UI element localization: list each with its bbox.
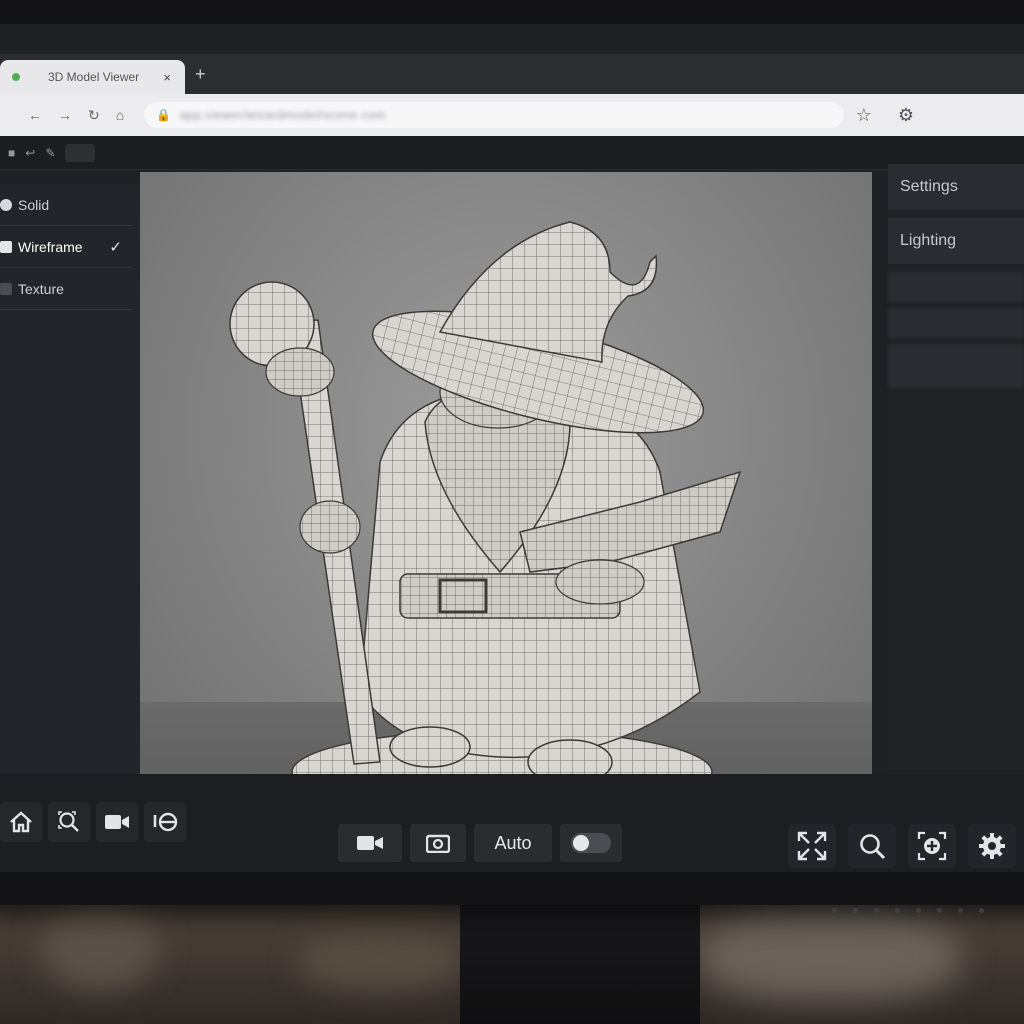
viewer-settings-button[interactable]	[968, 824, 1016, 868]
wizard-model[interactable]	[140, 172, 872, 820]
model-left-foot	[389, 726, 471, 768]
back-arrow-icon[interactable]: ←	[28, 107, 42, 124]
render-mode-panel: Solid Wireframe ✓ Texture	[0, 184, 140, 774]
home-view-button[interactable]	[0, 802, 42, 842]
fullscreen-expand-icon	[797, 831, 827, 861]
auto-rotate-label[interactable]: Auto	[474, 824, 552, 862]
monitor-screen: 3D Model Viewer × + ← → ↻ ⌂ 🔒 app.viewer…	[0, 24, 1024, 872]
settings-row-blurred[interactable]	[888, 308, 1024, 338]
orbit-icon	[153, 812, 178, 832]
auto-rotate-toggle[interactable]	[560, 824, 622, 862]
wireframe-checkbox-icon	[0, 240, 12, 253]
video-mode-button[interactable]	[338, 824, 402, 862]
mode-texture-label: Texture	[18, 280, 64, 297]
lock-icon: 🔒	[156, 108, 172, 122]
zoom-fit-button[interactable]	[48, 802, 90, 842]
browser-tab-bar: 3D Model Viewer × +	[0, 54, 1024, 94]
texture-checkbox-icon	[0, 282, 12, 295]
tab-favicon-icon	[12, 73, 20, 81]
video-camera-icon	[357, 836, 383, 850]
home-icon	[10, 811, 32, 833]
model-viewport[interactable]	[140, 172, 872, 820]
screenshot-button[interactable]	[410, 824, 466, 862]
toggle-knob	[573, 835, 589, 851]
orbit-button[interactable]	[144, 802, 186, 842]
browser-settings-gear-icon[interactable]: ⚙	[898, 105, 914, 126]
focus-target-icon	[917, 831, 947, 861]
solid-radio-icon	[0, 198, 12, 211]
settings-row-blurred[interactable]	[888, 344, 1024, 388]
record-video-button[interactable]	[96, 802, 138, 842]
tab-title: 3D Model Viewer	[48, 70, 140, 84]
focus-zoom-button[interactable]	[908, 824, 956, 868]
url-field[interactable]: 🔒 app.viewer/wizardmodel/scene.com	[144, 102, 845, 128]
camera-icon	[426, 834, 450, 853]
browser-tab[interactable]: 3D Model Viewer ×	[0, 60, 185, 94]
search-icon	[860, 834, 886, 860]
monitor-stand	[460, 900, 700, 1024]
selected-check-icon: ✓	[109, 238, 122, 256]
bookmark-star-icon[interactable]: ☆	[856, 105, 872, 126]
reload-icon[interactable]: ↻	[88, 107, 100, 124]
model-right-hand	[555, 559, 645, 605]
gear-icon	[979, 833, 1005, 859]
model-staff-hand	[265, 347, 335, 397]
home-icon[interactable]: ⌂	[116, 107, 124, 124]
mode-solid-label: Solid	[18, 196, 50, 213]
undo-icon[interactable]: ↩	[25, 146, 35, 160]
toolbar-field[interactable]	[65, 143, 96, 162]
new-tab-button[interactable]: +	[195, 64, 206, 85]
settings-row-blurred[interactable]	[888, 272, 1024, 302]
settings-panel: Settings Lighting	[888, 164, 1024, 824]
toggle-track	[571, 833, 611, 853]
browser-address-bar: ← → ↻ ⌂ 🔒 app.viewer/wizardmodel/scene.c…	[0, 94, 1024, 136]
tab-close-icon[interactable]: ×	[163, 70, 171, 85]
forward-arrow-icon[interactable]: →	[58, 107, 72, 124]
settings-header[interactable]: Settings	[888, 164, 1024, 210]
mode-solid[interactable]: Solid	[0, 184, 132, 226]
zoom-target-icon	[58, 811, 79, 832]
app-toolbar: ■ ↩ ✎	[0, 136, 1024, 170]
fullscreen-button[interactable]	[788, 824, 836, 868]
bottom-toolbar: Auto	[0, 774, 1024, 872]
lighting-header[interactable]: Lighting	[888, 218, 1024, 264]
mode-wireframe-label: Wireframe	[18, 238, 83, 255]
url-text: app.viewer/wizardmodel/scene.com	[179, 108, 386, 122]
edit-icon[interactable]: ✎	[45, 146, 55, 160]
file-menu-icon[interactable]: ■	[8, 146, 15, 160]
search-button[interactable]	[848, 824, 896, 868]
mode-texture[interactable]: Texture	[0, 268, 132, 310]
video-camera-icon	[105, 815, 129, 829]
monitor-buttons	[832, 908, 984, 913]
mode-wireframe[interactable]: Wireframe ✓	[0, 226, 132, 268]
model-left-hand	[299, 500, 361, 554]
